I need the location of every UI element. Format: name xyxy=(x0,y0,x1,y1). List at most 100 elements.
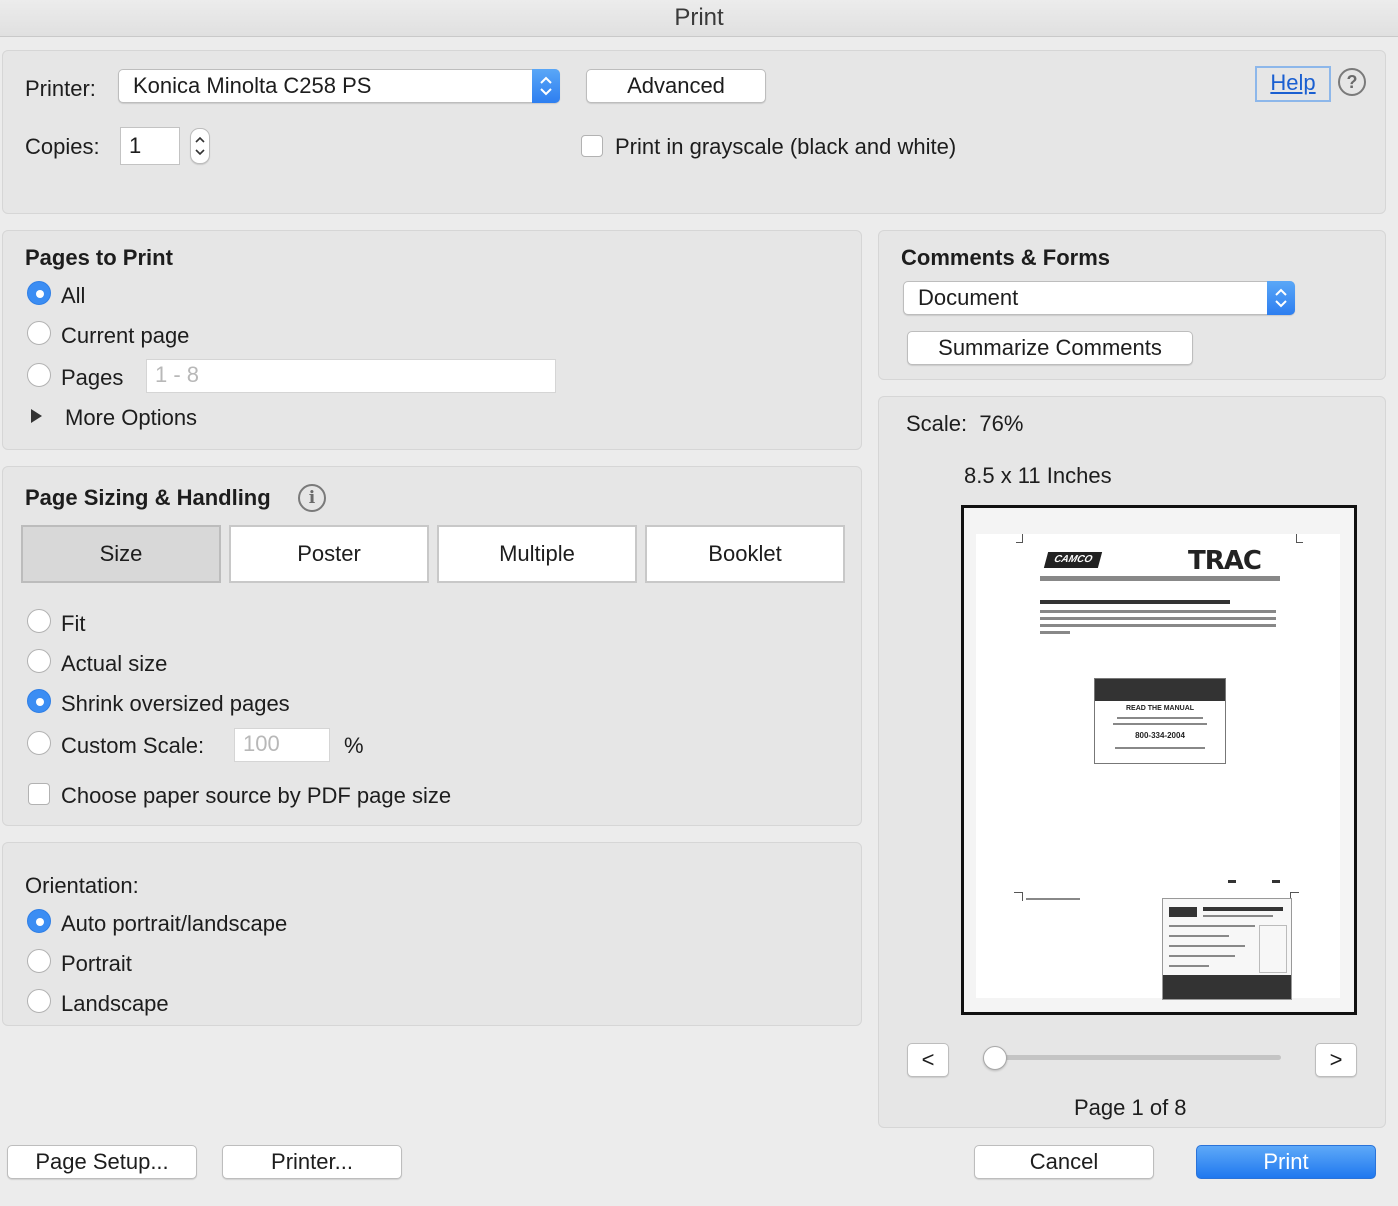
doc-text-line xyxy=(1040,617,1276,620)
next-page-button[interactable]: > xyxy=(1315,1043,1357,1077)
paper-source-label: Choose paper source by PDF page size xyxy=(61,783,452,808)
doc-text-line xyxy=(1203,907,1283,911)
paper-source-checkbox[interactable] xyxy=(28,783,50,805)
radio-landscape[interactable] xyxy=(27,989,51,1013)
comments-forms-panel: Comments & Forms Document Summarize Comm… xyxy=(878,230,1386,380)
radio-pages-label: Pages xyxy=(61,365,124,390)
doc-text-line xyxy=(1169,955,1235,957)
printer-panel: Printer: Konica Minolta C258 PS Advanced… xyxy=(2,50,1386,214)
doc-text-line xyxy=(1040,631,1070,634)
paper-size-label: 8.5 x 11 Inches xyxy=(964,463,1112,488)
pages-range-input[interactable]: 1 - 8 xyxy=(146,359,556,393)
radio-pages[interactable] xyxy=(27,363,51,387)
radio-portrait-label: Portrait xyxy=(61,951,132,976)
doc-text-line xyxy=(1026,898,1080,900)
doc-brand-right: TRAC xyxy=(1188,546,1262,576)
crop-mark-icon xyxy=(1016,534,1023,543)
summarize-comments-button[interactable]: Summarize Comments xyxy=(907,331,1193,365)
printer-label: Printer: xyxy=(25,76,96,101)
doc-form-box xyxy=(1162,898,1292,1000)
doc-notice-heading: READ THE MANUAL xyxy=(1125,705,1195,712)
doc-form-footer xyxy=(1163,975,1291,999)
printer-button[interactable]: Printer... xyxy=(222,1145,402,1179)
radio-landscape-label: Landscape xyxy=(61,991,169,1016)
doc-brand-left: CAMCO xyxy=(1043,552,1103,568)
radio-fit-label: Fit xyxy=(61,611,86,636)
radio-custom-scale[interactable] xyxy=(27,731,51,755)
percent-symbol: % xyxy=(344,733,364,758)
grayscale-label: Print in grayscale (black and white) xyxy=(615,134,957,159)
disclosure-triangle-icon[interactable] xyxy=(31,409,42,423)
up-down-chevron-icon xyxy=(1267,281,1295,315)
help-link[interactable]: Help xyxy=(1270,70,1315,95)
info-icon[interactable]: i xyxy=(298,484,326,512)
radio-actual-size-label: Actual size xyxy=(61,651,168,676)
radio-all-label: All xyxy=(61,283,86,308)
tab-size[interactable]: Size xyxy=(21,525,221,583)
print-button[interactable]: Print xyxy=(1196,1145,1376,1179)
doc-notice-box: READ THE MANUAL 800-334-2004 xyxy=(1094,678,1226,764)
page-sizing-panel: Page Sizing & Handling i Size Poster Mul… xyxy=(2,466,862,826)
comments-forms-title: Comments & Forms xyxy=(901,245,1111,270)
custom-scale-input[interactable]: 100 xyxy=(234,728,330,762)
comments-forms-select-value: Document xyxy=(918,285,1019,310)
previous-page-button[interactable]: < xyxy=(907,1043,949,1077)
advanced-button[interactable]: Advanced xyxy=(586,69,766,103)
doc-form-logo xyxy=(1169,907,1197,917)
doc-text-line xyxy=(1169,925,1255,927)
doc-text-line xyxy=(1040,610,1276,613)
radio-actual-size[interactable] xyxy=(27,649,51,673)
radio-shrink-oversized[interactable] xyxy=(27,689,51,713)
crop-mark-icon xyxy=(1296,534,1303,543)
scale-label: Scale: 76% xyxy=(906,411,1024,436)
doc-text-line xyxy=(1228,880,1236,883)
crop-mark-icon xyxy=(1014,892,1023,901)
doc-rule xyxy=(1040,576,1280,581)
pages-to-print-title: Pages to Print xyxy=(25,245,173,270)
preview-page: CAMCO TRAC READ THE MANUAL 800-334-2004 xyxy=(976,534,1340,1000)
page-sizing-title: Page Sizing & Handling xyxy=(25,485,271,510)
radio-fit[interactable] xyxy=(27,609,51,633)
radio-auto-orientation[interactable] xyxy=(27,909,51,933)
doc-text-line xyxy=(1169,945,1245,947)
radio-all[interactable] xyxy=(27,281,51,305)
page-setup-button[interactable]: Page Setup... xyxy=(7,1145,197,1179)
page-indicator: Page 1 of 8 xyxy=(1074,1095,1187,1120)
stepper-chevron-icon xyxy=(195,136,205,156)
orientation-title: Orientation: xyxy=(25,873,139,898)
cancel-button[interactable]: Cancel xyxy=(974,1145,1154,1179)
up-down-chevron-icon xyxy=(532,69,560,103)
doc-notice-phone: 800-334-2004 xyxy=(1135,731,1185,740)
doc-text-line xyxy=(1040,624,1276,627)
doc-text-line xyxy=(1040,600,1230,604)
orientation-panel: Orientation: Auto portrait/landscape Por… xyxy=(2,842,862,1026)
more-options-label[interactable]: More Options xyxy=(65,405,197,431)
grayscale-checkbox[interactable] xyxy=(581,135,603,157)
page-slider-thumb[interactable] xyxy=(983,1046,1007,1070)
doc-text-line xyxy=(1113,723,1207,725)
copies-stepper[interactable] xyxy=(190,128,210,164)
printer-select-value: Konica Minolta C258 PS xyxy=(133,73,372,98)
doc-text-line xyxy=(1169,935,1229,937)
help-question-icon[interactable]: ? xyxy=(1338,68,1366,96)
tab-poster[interactable]: Poster xyxy=(229,525,429,583)
doc-notice-header xyxy=(1095,679,1225,701)
comments-forms-select[interactable]: Document xyxy=(903,281,1295,315)
doc-text-line xyxy=(1117,717,1203,719)
window-title: Print xyxy=(674,4,724,31)
radio-portrait[interactable] xyxy=(27,949,51,973)
printer-select[interactable]: Konica Minolta C258 PS xyxy=(118,69,560,103)
doc-text-line xyxy=(1203,915,1273,917)
radio-custom-scale-label: Custom Scale: xyxy=(61,733,205,758)
doc-text-line xyxy=(1115,747,1205,749)
radio-shrink-oversized-label: Shrink oversized pages xyxy=(61,691,290,716)
radio-current-page-label: Current page xyxy=(61,323,190,348)
copies-field[interactable]: 1 xyxy=(120,127,180,165)
radio-current-page[interactable] xyxy=(27,321,51,345)
help-link-box[interactable]: Help xyxy=(1255,66,1331,102)
page-slider-track[interactable] xyxy=(987,1055,1281,1060)
page-preview: CAMCO TRAC READ THE MANUAL 800-334-2004 xyxy=(961,505,1357,1015)
tab-multiple[interactable]: Multiple xyxy=(437,525,637,583)
preview-panel: Scale: 76% 8.5 x 11 Inches CAMCO TRAC RE… xyxy=(878,396,1386,1128)
tab-booklet[interactable]: Booklet xyxy=(645,525,845,583)
